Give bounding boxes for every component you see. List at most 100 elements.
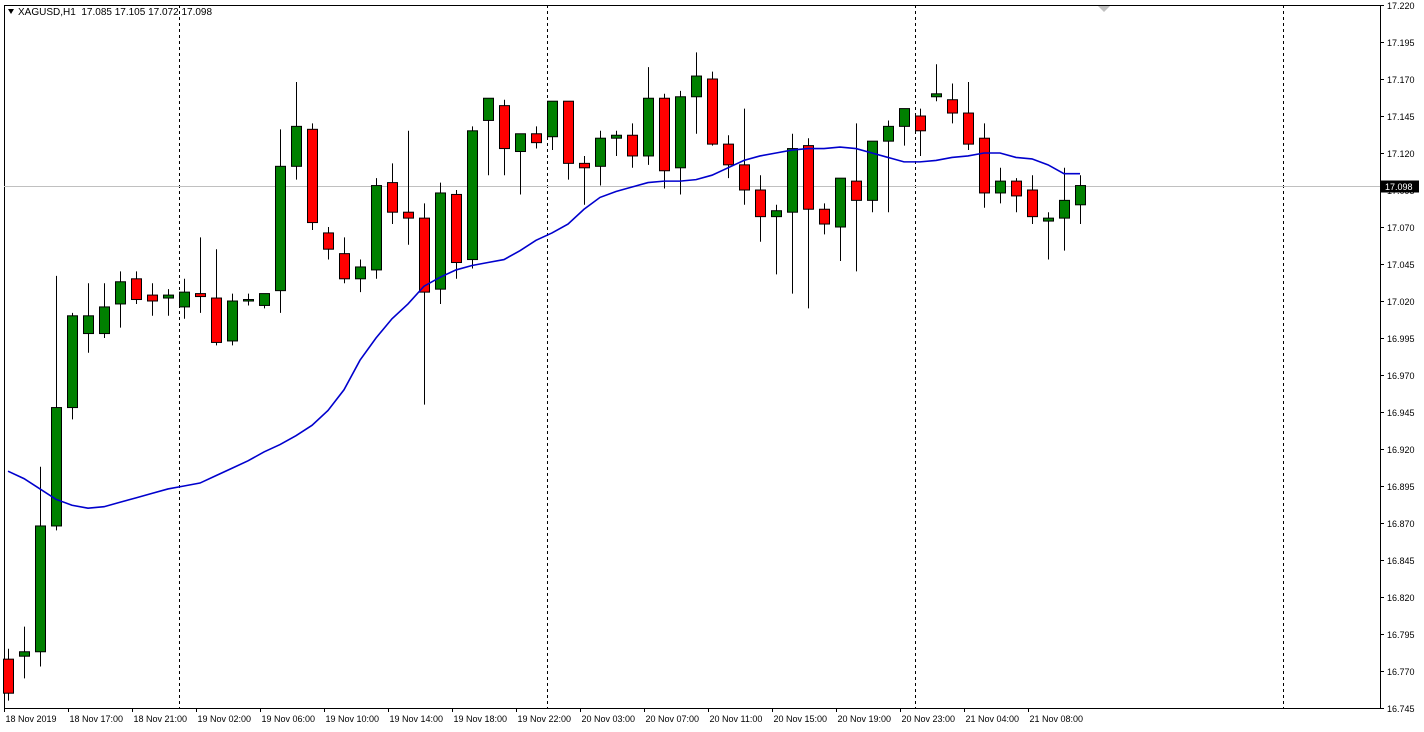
candle-bear (707, 78, 718, 145)
candle-bull (547, 100, 558, 138)
y-tick-label: 17.120 (1387, 149, 1415, 159)
candle-bull (771, 210, 782, 218)
candle-bull (291, 125, 302, 167)
x-tick-label: 18 Nov 21:00 (134, 714, 188, 724)
x-tick-label: 21 Nov 08:00 (1030, 714, 1084, 724)
x-tick-label: 19 Nov 22:00 (518, 714, 572, 724)
chart-shift-marker-icon (1098, 6, 1110, 12)
candle-bull (643, 97, 654, 157)
chart-window[interactable]: 17.22017.19517.17017.14517.12017.09517.0… (0, 0, 1424, 732)
candle-bull (899, 108, 910, 127)
x-tick-label: 20 Nov 03:00 (582, 714, 636, 724)
x-tick-label: 18 Nov 2019 (6, 714, 57, 724)
candle-bear (531, 133, 542, 144)
candle-bear (979, 137, 990, 194)
y-tick-label: 16.920 (1387, 445, 1415, 455)
y-tick-label: 16.770 (1387, 667, 1415, 677)
x-tick-label: 20 Nov 11:00 (710, 714, 763, 724)
y-tick-label: 17.020 (1387, 297, 1415, 307)
candle-bull (67, 315, 78, 409)
candle-bull (483, 97, 494, 121)
candle-bear (323, 232, 334, 250)
x-tick-label: 20 Nov 23:00 (902, 714, 956, 724)
candle-bear (1027, 189, 1038, 218)
candlestick-chart[interactable]: 17.22017.19517.17017.14517.12017.09517.0… (0, 0, 1424, 732)
y-tick-label: 16.945 (1387, 408, 1415, 418)
candle-bear (147, 294, 158, 302)
candle-bear (339, 253, 350, 280)
candle-bear (1011, 180, 1022, 197)
x-tick-label: 19 Nov 02:00 (198, 714, 252, 724)
candle-bear (307, 128, 318, 224)
candle-bear (387, 182, 398, 213)
candle-bear (739, 164, 750, 191)
candle-bull (515, 133, 526, 153)
candle-bull (883, 125, 894, 142)
x-tick-label: 20 Nov 15:00 (774, 714, 828, 724)
candle-bear (195, 293, 206, 298)
x-tick-label: 19 Nov 06:00 (262, 714, 316, 724)
candle-bear (3, 658, 14, 694)
candle-bear (211, 297, 222, 343)
y-tick-label: 16.795 (1387, 630, 1415, 640)
current-price-label: 17.098 (1385, 182, 1413, 192)
candle-bear (851, 180, 862, 201)
candle-bull (691, 75, 702, 98)
candle-bear (403, 211, 414, 219)
candle-bull (1075, 185, 1086, 206)
y-tick-label: 17.070 (1387, 223, 1415, 233)
candle-bull (867, 140, 878, 201)
y-tick-label: 16.820 (1387, 593, 1415, 603)
y-tick-label: 17.195 (1387, 38, 1415, 48)
candle-bear (755, 189, 766, 218)
candle-bull (259, 293, 270, 306)
candle-bull (995, 180, 1006, 194)
y-tick-label: 17.170 (1387, 75, 1415, 85)
candle-bear (451, 193, 462, 264)
chart-title: XAGUSD,H1 17.085 17.105 17.072 17.098 (8, 7, 212, 18)
plot-frame (4, 5, 1381, 709)
x-tick-label: 21 Nov 04:00 (966, 714, 1020, 724)
y-tick-label: 16.745 (1387, 704, 1415, 714)
candle-bull (371, 185, 382, 271)
y-tick-label: 16.995 (1387, 334, 1415, 344)
candle-bull (99, 306, 110, 335)
y-tick-label: 17.220 (1387, 1, 1415, 11)
x-tick-label: 19 Nov 10:00 (326, 714, 380, 724)
candle-bull (611, 134, 622, 139)
candle-bull (835, 177, 846, 228)
candle-bull (115, 281, 126, 305)
candle-bull (275, 165, 286, 292)
candle-bear (723, 143, 734, 166)
candle-bull (595, 137, 606, 167)
candle-bull (1043, 217, 1054, 222)
x-tick-label: 19 Nov 14:00 (390, 714, 444, 724)
candle-bull (163, 294, 174, 299)
candle-bear (419, 217, 430, 293)
y-tick-label: 17.145 (1387, 112, 1415, 122)
candle-bull (675, 96, 686, 169)
candle-bull (19, 651, 30, 657)
candle-bear (963, 112, 974, 145)
x-tick-label: 20 Nov 07:00 (646, 714, 700, 724)
y-tick-label: 16.895 (1387, 482, 1415, 492)
candle-bull (179, 291, 190, 308)
ohlc-readout: 17.085 17.105 17.072 17.098 (81, 7, 213, 18)
candle-bear (499, 105, 510, 150)
y-tick-label: 16.870 (1387, 519, 1415, 529)
candle-bull (51, 407, 62, 527)
symbol-title: XAGUSD,H1 (18, 7, 76, 18)
candle-bear (947, 99, 958, 114)
candle-bull (355, 266, 366, 280)
candle-bull (35, 525, 46, 653)
candle-bull (1059, 199, 1070, 219)
candle-bull (467, 130, 478, 261)
y-tick-label: 16.845 (1387, 556, 1415, 566)
moving-average-line (7, 146, 1080, 510)
x-tick-label: 20 Nov 19:00 (838, 714, 892, 724)
candle-bear (131, 278, 142, 301)
candle-bull (83, 315, 94, 335)
candle-bull (227, 300, 238, 342)
dropdown-triangle-icon[interactable] (8, 9, 14, 14)
y-tick-label: 16.970 (1387, 371, 1415, 381)
